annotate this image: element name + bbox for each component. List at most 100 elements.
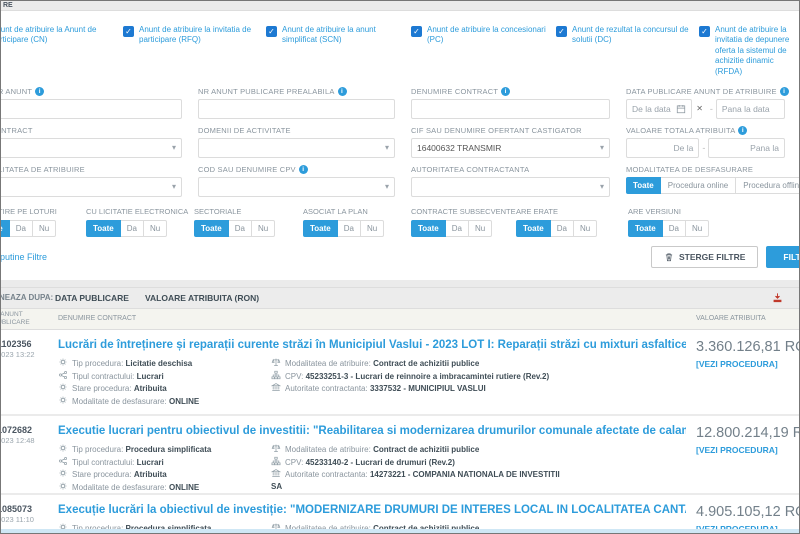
toggle-nu[interactable]: Nu bbox=[252, 220, 275, 237]
toggle-da[interactable]: Da bbox=[663, 220, 686, 237]
domenii-activitate-select[interactable]: ▾ bbox=[198, 138, 395, 158]
awarded-value: 4.905.105,12 RON bbox=[696, 504, 800, 520]
checkbox-checked-icon[interactable]: ✓ bbox=[556, 26, 567, 37]
field-label: CIF SAU DENUMIRE OFERTANT CASTIGATOR bbox=[411, 126, 610, 135]
cpv-select[interactable]: ▾ bbox=[198, 177, 395, 197]
detail-cpv: CPV: 45233140-2 - Lucrari de drumuri (Re… bbox=[271, 456, 563, 469]
filtreaza-button[interactable]: FILTREAZA bbox=[766, 246, 800, 268]
detail-tip-procedura: Tip procedura: Licitatie deschisa bbox=[58, 357, 271, 370]
date-to-input[interactable]: Pana la data bbox=[716, 99, 785, 119]
vezi-procedura-link[interactable]: [VEZI PROCEDURA] bbox=[696, 359, 800, 369]
result-row: 1102356 2023 13:22 Lucrări de întreținer… bbox=[0, 330, 800, 414]
toggle-procedura-online[interactable]: Procedura online bbox=[661, 177, 736, 194]
info-icon[interactable]: i bbox=[338, 87, 347, 96]
gear-icon bbox=[58, 382, 68, 392]
gear-icon bbox=[58, 357, 68, 367]
autoritate-contractanta-select[interactable]: ▾ bbox=[411, 177, 610, 197]
sitemap-icon bbox=[271, 456, 281, 466]
scale-icon bbox=[271, 357, 281, 367]
valoare-to-input[interactable]: Pana la bbox=[708, 138, 785, 158]
toggle-group-sectoriale: SECTORIALEToateDaNu bbox=[194, 207, 303, 237]
sort-by-data-publicare[interactable]: DATA PUBLICARE bbox=[55, 293, 129, 303]
date-from-input[interactable]: De la data bbox=[626, 99, 692, 119]
clear-date-icon[interactable]: ✕ bbox=[696, 104, 703, 113]
toggle-group-asociat-la-plan: ASOCIAT LA PLANToateDaNu bbox=[303, 207, 411, 237]
info-icon[interactable]: i bbox=[35, 87, 44, 96]
cif-ofertant-select[interactable]: 16400632 TRANSMIR▾ bbox=[411, 138, 610, 158]
nr-anunt-prealabila-input[interactable] bbox=[198, 99, 395, 119]
denumire-contract-input[interactable] bbox=[411, 99, 610, 119]
toggle-procedura-offline[interactable]: Procedura offline bbox=[736, 177, 800, 194]
checkbox-checked-icon[interactable]: ✓ bbox=[123, 26, 134, 37]
valoare-from-input[interactable]: De la bbox=[626, 138, 699, 158]
results-table-header: NUMAR ANUNTDATA PUBLICARE DENUMIRE CONTR… bbox=[0, 309, 800, 330]
checkbox-atribuire-rfq[interactable]: ✓Anunt de atribuire la invitatia de part… bbox=[123, 25, 266, 77]
column-header-nr-anunt: NUMAR ANUNTDATA PUBLICARE bbox=[0, 311, 58, 327]
toggle-group-contracte-subsecvente: CONTRACTE SUBSECVENTEToateDaNu bbox=[411, 207, 516, 237]
less-filters-link[interactable]: Mai putine Filtre bbox=[0, 252, 47, 262]
sort-by-valoare-atribuita[interactable]: VALOARE ATRIBUITA (RON) bbox=[145, 293, 259, 303]
contract-title-link[interactable]: Execuție lucrări la obiectivul de invest… bbox=[58, 504, 686, 516]
toggle-group-impartire-pe-loturi: IMPARTIRE PE LOTURIToateDaNu bbox=[0, 207, 86, 237]
vezi-procedura-link[interactable]: [VEZI PROCEDURA] bbox=[696, 445, 800, 455]
toggle-nu[interactable]: Nu bbox=[144, 220, 167, 237]
toggle-nu[interactable]: Nu bbox=[33, 220, 56, 237]
toggle-nu[interactable]: Nu bbox=[361, 220, 384, 237]
toggle-toate[interactable]: Toate bbox=[86, 220, 121, 237]
sterge-filtre-button[interactable]: STERGE FILTRE bbox=[651, 246, 758, 268]
numar-anunt-input[interactable] bbox=[0, 99, 182, 119]
info-icon[interactable]: i bbox=[501, 87, 510, 96]
toggle-da[interactable]: Da bbox=[551, 220, 574, 237]
chevron-down-icon: ▾ bbox=[385, 182, 389, 191]
toggle-toate[interactable]: Toate bbox=[303, 220, 338, 237]
announcement-id: 1102356 bbox=[0, 339, 58, 349]
sort-label: ORDONEAZA DUPA: bbox=[0, 293, 55, 302]
checkbox-checked-icon[interactable]: ✓ bbox=[699, 26, 710, 37]
checkbox-checked-icon[interactable]: ✓ bbox=[266, 26, 277, 37]
checkbox-atribuire-pc[interactable]: ✓Anunt de atribuire la concesionari (PC) bbox=[411, 25, 556, 77]
contract-title-link[interactable]: Lucrări de întreținere și reparații cure… bbox=[58, 339, 686, 351]
toggle-da[interactable]: Da bbox=[121, 220, 144, 237]
filter-fields-grid: NUMAR ANUNTi NR ANUNT PUBLICARE PREALABI… bbox=[0, 83, 800, 204]
calendar-icon[interactable] bbox=[676, 104, 686, 114]
export-icon[interactable] bbox=[772, 292, 783, 303]
toggle-toate[interactable]: Toate bbox=[516, 220, 551, 237]
app-window: RE ✓Anunt de atribuire la Anunt de parti… bbox=[0, 0, 800, 534]
detail-stare-procedura: Stare procedura: Atribuita bbox=[58, 468, 271, 481]
announcement-id: 1085073 bbox=[0, 504, 58, 514]
toggle-toate[interactable]: Toate bbox=[628, 220, 663, 237]
detail-modalitate-atribuire: Modalitatea de atribuire: Contract de ac… bbox=[271, 443, 563, 456]
info-icon[interactable]: i bbox=[780, 87, 789, 96]
contract-title-link[interactable]: Executie lucrari pentru obiectivul de in… bbox=[58, 425, 686, 437]
toggle-toate[interactable]: Toate bbox=[0, 220, 10, 237]
toggle-toate[interactable]: Toate bbox=[194, 220, 229, 237]
field-label: MODALITATEA DE DESFASURARE bbox=[626, 165, 785, 174]
info-icon[interactable]: i bbox=[299, 165, 308, 174]
field-label: NUMAR ANUNT bbox=[0, 87, 32, 96]
info-icon[interactable]: i bbox=[738, 126, 747, 135]
checkbox-checked-icon[interactable]: ✓ bbox=[411, 26, 422, 37]
toggle-nu[interactable]: Nu bbox=[686, 220, 709, 237]
tip-contract-select[interactable]: ▾ bbox=[0, 138, 182, 158]
toggle-toate[interactable]: Toate bbox=[626, 177, 661, 194]
checkbox-atribuire-cn[interactable]: ✓Anunt de atribuire la Anunt de particip… bbox=[0, 25, 123, 77]
field-label: DATA PUBLICARE ANUNT DE ATRIBUIRE bbox=[626, 87, 777, 96]
chevron-down-icon: ▾ bbox=[600, 182, 604, 191]
detail-autoritate: Autoritate contractanta: 14273221 - COMP… bbox=[271, 468, 563, 492]
checkbox-rezultat-dc[interactable]: ✓Anunt de rezultat la concursul de solut… bbox=[556, 25, 699, 77]
field-label: VALOARE TOTALA ATRIBUITA bbox=[626, 126, 735, 135]
sort-bar: ORDONEAZA DUPA: DATA PUBLICARE VALOARE A… bbox=[0, 287, 800, 309]
toggle-da[interactable]: Da bbox=[229, 220, 252, 237]
trash-icon bbox=[664, 252, 674, 262]
toggle-da[interactable]: Da bbox=[338, 220, 361, 237]
field-label: DENUMIRE CONTRACT bbox=[411, 87, 498, 96]
toggle-da[interactable]: Da bbox=[446, 220, 469, 237]
checkbox-atribuire-rfda[interactable]: ✓Anunt de atribuire la invitatia de depu… bbox=[699, 25, 800, 77]
toggle-toate[interactable]: Toate bbox=[411, 220, 446, 237]
toggle-da[interactable]: Da bbox=[10, 220, 33, 237]
toggle-group-are-versiuni: ARE VERSIUNIToateDaNu bbox=[628, 207, 800, 237]
modalitate-atribuire-select[interactable]: ▾ bbox=[0, 177, 182, 197]
checkbox-atribuire-scn[interactable]: ✓Anunt de atribuire la anunt simplificat… bbox=[266, 25, 411, 77]
toggle-nu[interactable]: Nu bbox=[469, 220, 492, 237]
toggle-nu[interactable]: Nu bbox=[574, 220, 597, 237]
